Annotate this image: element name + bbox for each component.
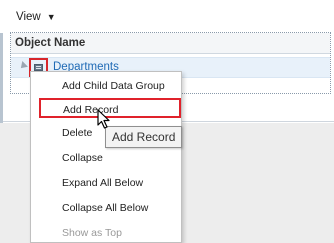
panel-splitter[interactable] <box>0 33 3 123</box>
data-group-icon <box>34 64 43 71</box>
column-header[interactable]: Object Name <box>11 33 330 54</box>
expand-arrow-icon[interactable] <box>18 61 28 71</box>
caret-down-icon: ▼ <box>46 11 56 22</box>
menu-item-collapse-all-below[interactable]: Collapse All Below <box>31 198 181 218</box>
menu-item-expand-all-below[interactable]: Expand All Below <box>31 173 181 193</box>
context-menu: Add Child Data Group Add Record Delete C… <box>30 71 182 243</box>
menu-item-collapse[interactable]: Collapse <box>31 148 181 168</box>
mouse-cursor-icon <box>97 109 110 129</box>
view-menu-label: View <box>16 11 41 23</box>
view-menu[interactable]: View ▼ <box>16 10 56 24</box>
menu-item-add-child-data-group[interactable]: Add Child Data Group <box>31 76 181 96</box>
column-header-label: Object Name <box>15 37 86 49</box>
menu-item-show-as-top: Show as Top <box>62 227 122 239</box>
tooltip: Add Record <box>105 126 183 148</box>
